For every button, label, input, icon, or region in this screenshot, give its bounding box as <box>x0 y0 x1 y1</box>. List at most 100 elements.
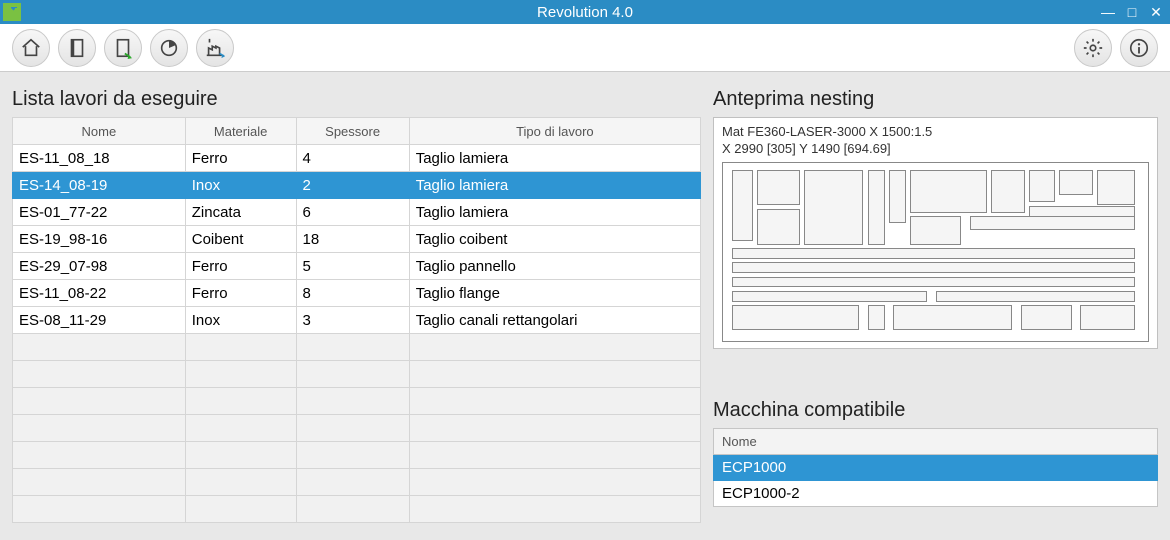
cell[interactable]: Ferro <box>185 253 296 280</box>
cell[interactable]: Coibent <box>185 226 296 253</box>
cell-empty <box>296 334 409 361</box>
cell[interactable]: ES-19_98-16 <box>13 226 186 253</box>
cell[interactable]: 2 <box>296 172 409 199</box>
machines-header-nome[interactable]: Nome <box>714 428 1158 454</box>
cell-empty <box>409 469 700 496</box>
table-row-empty[interactable] <box>13 415 701 442</box>
cell[interactable]: ES-11_08-22 <box>13 280 186 307</box>
cell[interactable]: Taglio lamiera <box>409 172 700 199</box>
titlebar: Revolution 4.0 — □ ✕ <box>0 0 1170 24</box>
table-row-empty[interactable] <box>13 469 701 496</box>
new-document-icon <box>112 37 134 59</box>
document-button[interactable] <box>58 29 96 67</box>
app-logo-icon <box>0 0 24 24</box>
nesting-preview[interactable] <box>722 162 1149 342</box>
jobs-header-spessore[interactable]: Spessore <box>296 118 409 145</box>
cell[interactable]: Taglio pannello <box>409 253 700 280</box>
cell[interactable]: Taglio canali rettangolari <box>409 307 700 334</box>
cell-empty <box>13 469 186 496</box>
jobs-header-materiale[interactable]: Materiale <box>185 118 296 145</box>
table-row[interactable]: ES-01_77-22Zincata6Taglio lamiera <box>13 199 701 226</box>
table-row[interactable]: ECP1000-2 <box>714 480 1158 506</box>
cell[interactable]: Inox <box>185 172 296 199</box>
cell-empty <box>409 496 700 523</box>
cell-empty <box>296 469 409 496</box>
cell[interactable]: Taglio flange <box>409 280 700 307</box>
cell-empty <box>409 361 700 388</box>
cell-empty <box>409 415 700 442</box>
table-row-empty[interactable] <box>13 334 701 361</box>
factory-button[interactable] <box>196 29 234 67</box>
cell-empty <box>185 334 296 361</box>
table-row[interactable]: ES-14_08-19Inox2Taglio lamiera <box>13 172 701 199</box>
cell-empty <box>296 415 409 442</box>
cell[interactable]: ES-11_08_18 <box>13 145 186 172</box>
table-row[interactable]: ES-11_08_18Ferro4Taglio lamiera <box>13 145 701 172</box>
cell-empty <box>13 442 186 469</box>
home-button[interactable] <box>12 29 50 67</box>
machines-title: Macchina compatibile <box>713 399 1158 422</box>
info-icon <box>1128 37 1150 59</box>
cell[interactable]: ES-01_77-22 <box>13 199 186 226</box>
table-row-empty[interactable] <box>13 361 701 388</box>
cell-empty <box>185 496 296 523</box>
cell-empty <box>13 415 186 442</box>
table-row[interactable]: ES-08_11-29Inox3Taglio canali rettangola… <box>13 307 701 334</box>
machines-table[interactable]: Nome ECP1000ECP1000-2 <box>713 428 1158 507</box>
toolbar <box>0 24 1170 72</box>
cell[interactable]: Taglio coibent <box>409 226 700 253</box>
settings-button[interactable] <box>1074 29 1112 67</box>
cell[interactable]: ES-29_07-98 <box>13 253 186 280</box>
close-button[interactable]: ✕ <box>1148 4 1164 21</box>
cell[interactable]: Zincata <box>185 199 296 226</box>
pie-chart-icon <box>158 37 180 59</box>
gear-icon <box>1082 37 1104 59</box>
cell[interactable]: Inox <box>185 307 296 334</box>
jobs-pane: Lista lavori da eseguire Nome Materiale … <box>12 88 701 540</box>
cell-empty <box>185 442 296 469</box>
new-document-button[interactable] <box>104 29 142 67</box>
cell-empty <box>185 361 296 388</box>
table-row[interactable]: ECP1000 <box>714 454 1158 480</box>
table-row-empty[interactable] <box>13 388 701 415</box>
table-row[interactable]: ES-19_98-16Coibent18Taglio coibent <box>13 226 701 253</box>
minimize-button[interactable]: — <box>1100 4 1116 20</box>
cell[interactable]: 8 <box>296 280 409 307</box>
cell-empty <box>13 388 186 415</box>
cell[interactable]: Ferro <box>185 145 296 172</box>
cell-empty <box>409 388 700 415</box>
cell[interactable]: 5 <box>296 253 409 280</box>
preview-title: Anteprima nesting <box>713 88 1158 111</box>
cell[interactable]: Taglio lamiera <box>409 145 700 172</box>
table-row[interactable]: ES-29_07-98Ferro5Taglio pannello <box>13 253 701 280</box>
cell[interactable]: 6 <box>296 199 409 226</box>
preview-line1: Mat FE360-LASER-3000 X 1500:1.5 <box>722 124 1149 141</box>
cell[interactable]: Taglio lamiera <box>409 199 700 226</box>
cell[interactable]: Ferro <box>185 280 296 307</box>
cell[interactable]: 3 <box>296 307 409 334</box>
table-row-empty[interactable] <box>13 496 701 523</box>
cell-empty <box>409 334 700 361</box>
jobs-table[interactable]: Nome Materiale Spessore Tipo di lavoro E… <box>12 117 701 523</box>
cell[interactable]: ECP1000 <box>714 454 1158 480</box>
cell-empty <box>409 442 700 469</box>
cell-empty <box>296 361 409 388</box>
preview-line2: X 2990 [305] Y 1490 [694.69] <box>722 141 1149 158</box>
cell[interactable]: ECP1000-2 <box>714 480 1158 506</box>
cell-empty <box>296 442 409 469</box>
cell-empty <box>296 388 409 415</box>
table-row[interactable]: ES-11_08-22Ferro8Taglio flange <box>13 280 701 307</box>
info-button[interactable] <box>1120 29 1158 67</box>
cell[interactable]: ES-14_08-19 <box>13 172 186 199</box>
maximize-button[interactable]: □ <box>1124 4 1140 20</box>
jobs-header-tipo[interactable]: Tipo di lavoro <box>409 118 700 145</box>
cell[interactable]: 4 <box>296 145 409 172</box>
jobs-header-nome[interactable]: Nome <box>13 118 186 145</box>
table-row-empty[interactable] <box>13 442 701 469</box>
cell[interactable]: ES-08_11-29 <box>13 307 186 334</box>
window-controls: — □ ✕ <box>1100 4 1164 21</box>
cell-empty <box>185 469 296 496</box>
chart-button[interactable] <box>150 29 188 67</box>
cell[interactable]: 18 <box>296 226 409 253</box>
right-pane: Anteprima nesting Mat FE360-LASER-3000 X… <box>713 88 1158 540</box>
